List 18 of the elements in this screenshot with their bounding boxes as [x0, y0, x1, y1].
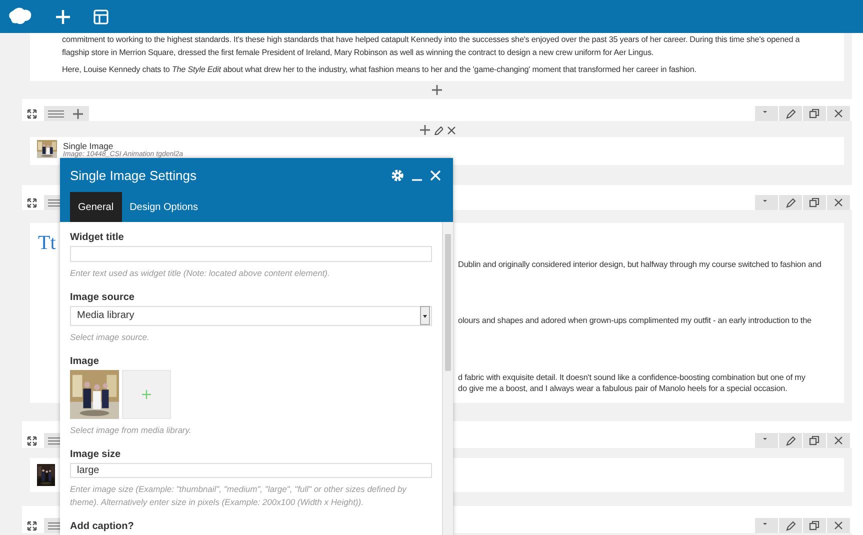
element-title: Single Image [63, 140, 114, 150]
help-text: Select image from media library. [70, 424, 192, 436]
text-line: olours and shapes and adored when grown-ups complimented my outfit - an early introduction to the [458, 316, 812, 325]
help-text: Enter text used as widget title (Note: located above content element). [70, 266, 331, 280]
text-line: Dublin and originally considered interior design, but halfway through my course switched to fashion and [458, 260, 822, 269]
text-line: d fabric with exquisite detail. It doesn't sound like a confidence-boosting combination but one of my [458, 373, 806, 382]
paragraph: commitment to working to the highest standards. It's these high standards that have helped catapult Kennedy into the successes she's enjoyed over the past 35 years of her career. During this time she's opened a flagship store in Merrion Square, dressed the first female President of Ireland, Mary Robinson as well as winning the contract to design a new crew uniform for Aer Lingus. [62, 34, 801, 59]
text-line: do give me a boost, and I always wear a fabulous pair of Manolo heels for a special occasion. [458, 384, 788, 393]
paragraph: Here, Louise Kennedy chats to The Style Edit about what drew her to the industry, what fashion means to her and the 'game-changing' moment that transformed her career in fashion. [62, 64, 698, 76]
field-label: Image source [70, 292, 136, 302]
help-text: Select image source. [70, 330, 150, 344]
text-block-icon: Tt [38, 233, 56, 393]
field-label: Widget title [70, 232, 125, 243]
field-label: Image size [70, 448, 122, 460]
help-text: Enter image size (Example: "thumbnail", "medium", "large", "full" or other sizes defined by theme). Alternatively enter size in pixels (Example: 200x100 (Width x Height)). [70, 483, 408, 509]
field-label: Add caption? [70, 521, 135, 532]
modal-title: Single Image Settings [70, 168, 198, 182]
field-label: Image [70, 356, 100, 366]
